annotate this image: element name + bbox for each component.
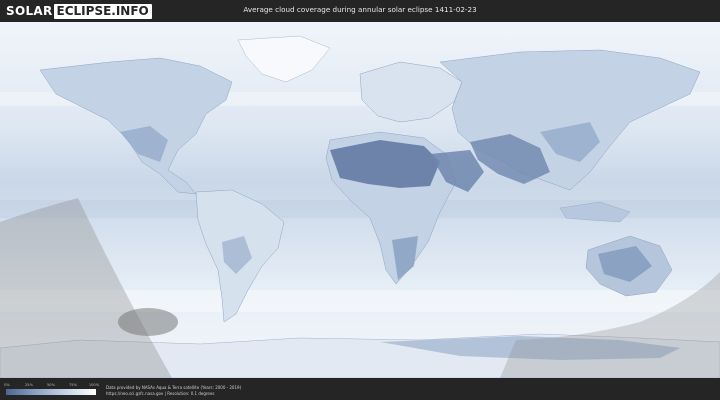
legend-tick-label: 0% [4,383,10,387]
legend-tick-label: 25% [25,383,33,387]
legend-tick-label: 50% [47,383,55,387]
data-credit: Data provided by NASAs Aqua & Terra sate… [106,385,241,397]
legend-tick-label: 75% [69,383,77,387]
credit-line-2[interactable]: https://neo.sci.gsfc.nasa.gov | Resoluti… [106,391,241,397]
world-map-svg [0,22,720,378]
legend-ticks: 0% 25% 50% 75% 100% [4,383,100,388]
bottom-bar: 0% 25% 50% 75% 100% Data provided by NAS… [0,378,720,400]
legend-tick-label: 100% [88,383,100,387]
legend-color-bar [6,389,96,395]
annular-path-center [118,308,178,336]
cloud-coverage-map [0,22,720,378]
cloud-legend: 0% 25% 50% 75% 100% [4,383,100,395]
map-title: Average cloud coverage during annular so… [243,5,477,14]
top-bar: SOLAR ECLIPSE.INFO Average cloud coverag… [0,0,720,22]
